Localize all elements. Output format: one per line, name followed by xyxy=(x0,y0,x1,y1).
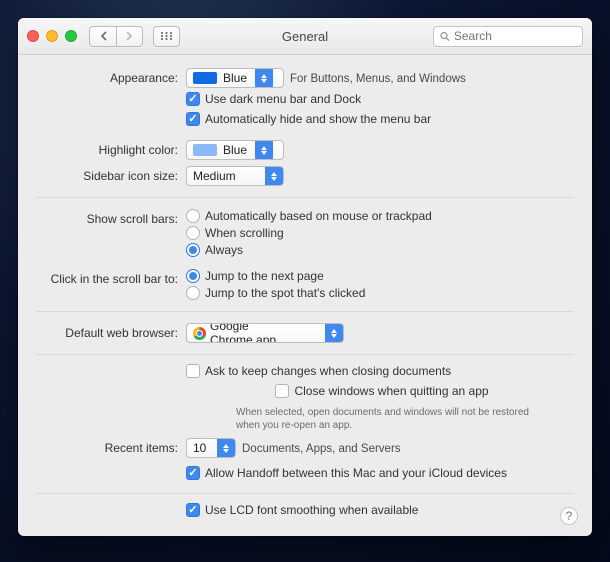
appearance-select[interactable]: Blue xyxy=(186,68,284,88)
divider xyxy=(36,197,574,198)
radio-label: Automatically based on mouse or trackpad xyxy=(205,209,432,223)
forward-button[interactable] xyxy=(116,26,143,47)
search-input[interactable] xyxy=(454,29,576,43)
chevron-updown-icon xyxy=(265,167,283,185)
scroll-when-scrolling-radio[interactable]: When scrolling xyxy=(186,226,432,240)
default-browser-label: Default web browser: xyxy=(18,323,186,340)
radio-label: Always xyxy=(205,243,243,257)
recent-items-select[interactable]: 10 xyxy=(186,438,236,458)
click-spot-radio[interactable]: Jump to the spot that's clicked xyxy=(186,286,365,300)
divider xyxy=(36,311,574,312)
ask-keep-changes-checkbox[interactable]: Ask to keep changes when closing documen… xyxy=(186,364,451,378)
checkbox-label: Allow Handoff between this Mac and your … xyxy=(205,466,507,480)
radio-label: When scrolling xyxy=(205,226,284,240)
appearance-desc: For Buttons, Menus, and Windows xyxy=(290,71,466,85)
recent-items-desc: Documents, Apps, and Servers xyxy=(242,441,401,455)
default-browser-value: Google Chrome.app xyxy=(210,323,317,343)
sidebar-icon-select[interactable]: Medium xyxy=(186,166,284,186)
titlebar: General xyxy=(18,18,592,55)
recent-items-value: 10 xyxy=(193,441,209,455)
chevron-updown-icon xyxy=(217,439,235,457)
scroll-always-radio[interactable]: Always xyxy=(186,243,432,257)
highlight-label: Highlight color: xyxy=(18,140,186,157)
show-all-button[interactable] xyxy=(153,26,180,47)
nav-buttons xyxy=(89,26,143,47)
content: Appearance: Blue For Buttons, Menus, and… xyxy=(18,55,592,536)
appearance-value: Blue xyxy=(223,71,247,85)
checkbox-label: Use LCD font smoothing when available xyxy=(205,503,418,517)
checkbox-label: Close windows when quitting an app xyxy=(294,384,488,398)
highlight-color-select[interactable]: Blue xyxy=(186,140,284,160)
chevron-updown-icon xyxy=(255,69,273,87)
handoff-checkbox[interactable]: Allow Handoff between this Mac and your … xyxy=(186,466,507,480)
window-controls xyxy=(27,30,77,42)
lcd-font-smoothing-checkbox[interactable]: Use LCD font smoothing when available xyxy=(186,503,418,517)
chevron-updown-icon xyxy=(255,141,273,159)
sidebar-icon-label: Sidebar icon size: xyxy=(18,166,186,183)
click-next-page-radio[interactable]: Jump to the next page xyxy=(186,269,365,283)
sidebar-icon-value: Medium xyxy=(193,169,257,183)
scroll-auto-radio[interactable]: Automatically based on mouse or trackpad xyxy=(186,209,432,223)
autohide-menubar-checkbox[interactable]: Automatically hide and show the menu bar xyxy=(186,112,431,126)
radio-label: Jump to the spot that's clicked xyxy=(205,286,365,300)
click-scrollbar-label: Click in the scroll bar to: xyxy=(18,269,186,286)
search-field[interactable] xyxy=(433,26,583,47)
search-icon xyxy=(440,31,450,42)
close-windows-help: When selected, open documents and window… xyxy=(217,404,547,434)
recent-items-label: Recent items: xyxy=(18,438,186,455)
default-browser-select[interactable]: Google Chrome.app xyxy=(186,323,344,343)
chrome-icon xyxy=(193,327,206,340)
dark-menu-checkbox[interactable]: Use dark menu bar and Dock xyxy=(186,92,361,106)
highlight-value: Blue xyxy=(223,143,247,157)
back-button[interactable] xyxy=(89,26,116,47)
zoom-window-button[interactable] xyxy=(65,30,77,42)
blue-swatch-icon xyxy=(193,72,217,84)
appearance-label: Appearance: xyxy=(18,68,186,85)
divider xyxy=(36,493,574,494)
divider xyxy=(36,354,574,355)
checkbox-label: Ask to keep changes when closing documen… xyxy=(205,364,451,378)
radio-label: Jump to the next page xyxy=(205,269,324,283)
scrollbars-label: Show scroll bars: xyxy=(18,209,186,226)
close-window-button[interactable] xyxy=(27,30,39,42)
preferences-window: General Appearance: Blue For Buttons, Me… xyxy=(18,18,592,536)
close-windows-checkbox[interactable]: Close windows when quitting an app xyxy=(275,384,488,398)
checkbox-label: Automatically hide and show the menu bar xyxy=(205,112,431,126)
highlight-swatch-icon xyxy=(193,144,217,156)
checkbox-label: Use dark menu bar and Dock xyxy=(205,92,361,106)
chevron-updown-icon xyxy=(325,324,343,342)
minimize-window-button[interactable] xyxy=(46,30,58,42)
help-button[interactable]: ? xyxy=(560,507,578,525)
